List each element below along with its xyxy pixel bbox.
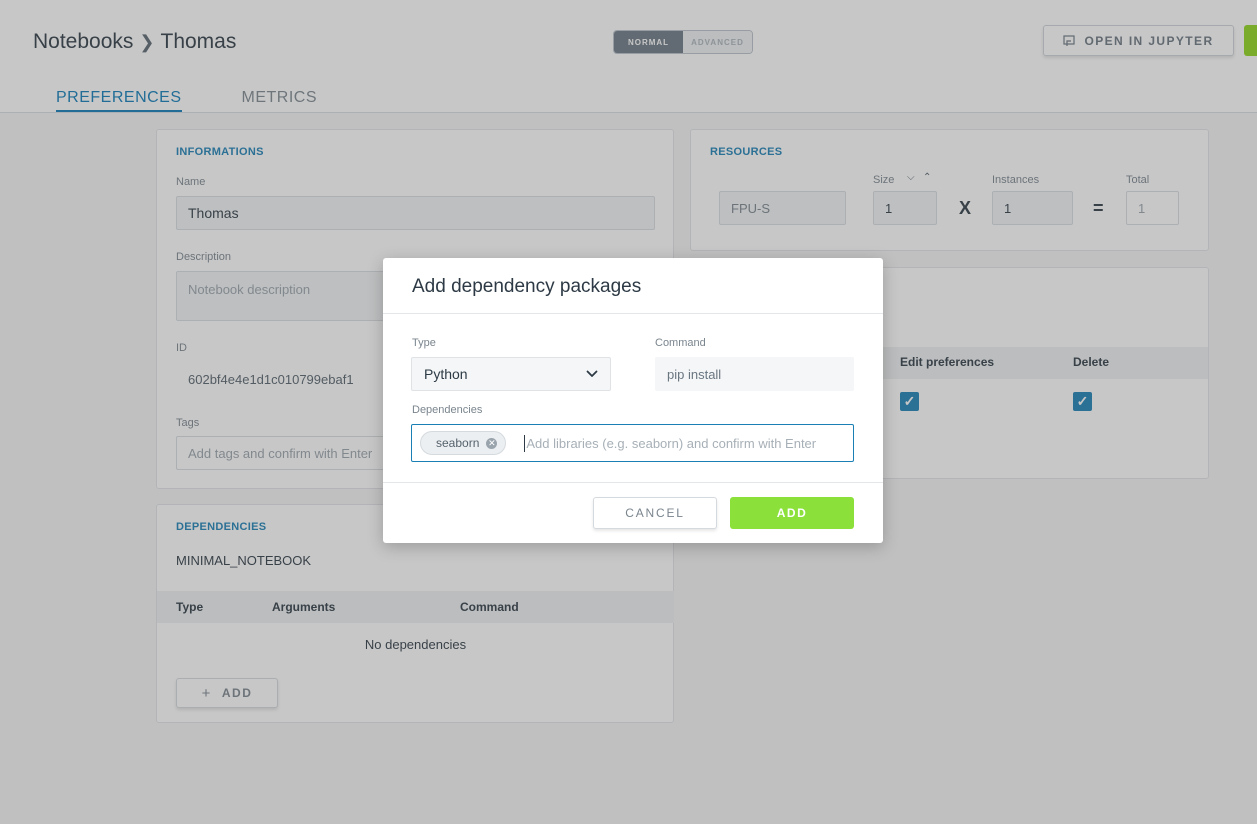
modal-title: Add dependency packages [412, 276, 642, 297]
dependencies-input[interactable]: seaborn ✕ Add libraries (e.g. seaborn) a… [411, 424, 854, 462]
type-label: Type [412, 337, 436, 349]
dependency-chip: seaborn ✕ [420, 431, 507, 455]
type-select[interactable]: Python [411, 357, 611, 391]
cancel-button[interactable]: CANCEL [593, 497, 717, 529]
command-field: pip install [655, 357, 854, 391]
dependencies-label: Dependencies [412, 404, 483, 416]
dependency-chip-label: seaborn [436, 436, 480, 450]
text-caret [524, 434, 526, 452]
add-button[interactable]: ADD [730, 497, 854, 529]
type-select-value: Python [424, 366, 468, 382]
modal-footer-divider [383, 482, 883, 483]
add-dependency-modal: Add dependency packages Type Python Comm… [383, 258, 883, 543]
close-icon[interactable]: ✕ [486, 437, 498, 449]
command-label: Command [655, 337, 706, 349]
dependencies-placeholder: Add libraries (e.g. seaborn) and confirm… [526, 435, 817, 451]
modal-header-divider [383, 313, 883, 314]
chevron-down-icon [586, 370, 598, 377]
